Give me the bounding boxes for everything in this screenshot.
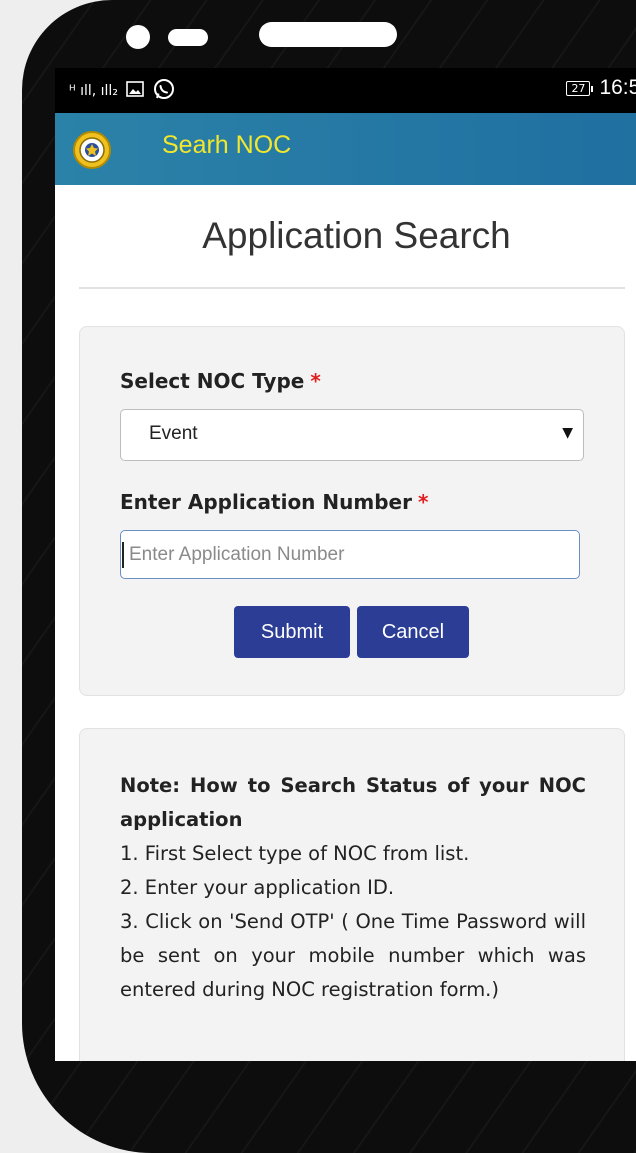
note-item: 1. First Select type of NOC from list. bbox=[120, 842, 470, 865]
search-form-card: Select NOC Type * Event ▼ Enter Applicati… bbox=[79, 326, 625, 696]
status-right: 27 16:52 bbox=[566, 76, 636, 100]
note-content: Note: How to Search Status of your NOC a… bbox=[120, 769, 586, 1007]
front-camera-icon bbox=[126, 25, 150, 49]
phone-screen: ᴴ ıll, ıll₂ 27 16:52 Searh NOC Applicati… bbox=[55, 68, 636, 1061]
status-time: 16:52 bbox=[599, 76, 636, 99]
status-bar: ᴴ ıll, ıll₂ 27 16:52 bbox=[55, 68, 636, 113]
gallery-icon bbox=[126, 81, 144, 101]
submit-button[interactable]: Submit bbox=[234, 606, 350, 658]
noc-type-label: Select NOC Type * bbox=[120, 369, 321, 393]
note-item: 2. Enter your application ID. bbox=[120, 876, 395, 899]
noc-type-select[interactable]: Event ▼ bbox=[120, 409, 584, 461]
app-number-label-text: Enter Application Number bbox=[120, 490, 412, 514]
battery-icon: 27 bbox=[566, 80, 594, 96]
text-cursor bbox=[122, 542, 124, 568]
sensor-icon bbox=[168, 29, 208, 46]
app-bar: Searh NOC bbox=[55, 113, 636, 185]
divider bbox=[79, 287, 625, 289]
police-logo-icon bbox=[73, 131, 111, 169]
signal-icon: ᴴ ıll, ıll₂ bbox=[69, 83, 118, 99]
phone-frame: ᴴ ıll, ıll₂ 27 16:52 Searh NOC Applicati… bbox=[22, 0, 636, 1153]
note-item: 3. Click on 'Send OTP' ( One Time Passwo… bbox=[120, 910, 586, 1001]
status-left: ᴴ ıll, ıll₂ bbox=[69, 77, 176, 105]
note-heading: Note: How to Search Status of your NOC a… bbox=[120, 774, 586, 831]
required-marker: * bbox=[310, 369, 321, 393]
noc-type-label-text: Select NOC Type bbox=[120, 369, 305, 393]
earpiece-speaker-icon bbox=[259, 22, 397, 47]
note-card: Note: How to Search Status of your NOC a… bbox=[79, 728, 625, 1061]
cancel-button[interactable]: Cancel bbox=[357, 606, 469, 658]
dropdown-arrow-icon: ▼ bbox=[562, 425, 573, 441]
noc-type-selected-value: Event bbox=[149, 423, 198, 444]
app-number-label: Enter Application Number * bbox=[120, 490, 428, 514]
page-title: Application Search bbox=[202, 215, 511, 256]
required-marker: * bbox=[417, 490, 429, 514]
whatsapp-icon bbox=[152, 77, 176, 105]
application-number-input[interactable] bbox=[120, 530, 580, 579]
app-title: Searh NOC bbox=[162, 131, 292, 159]
